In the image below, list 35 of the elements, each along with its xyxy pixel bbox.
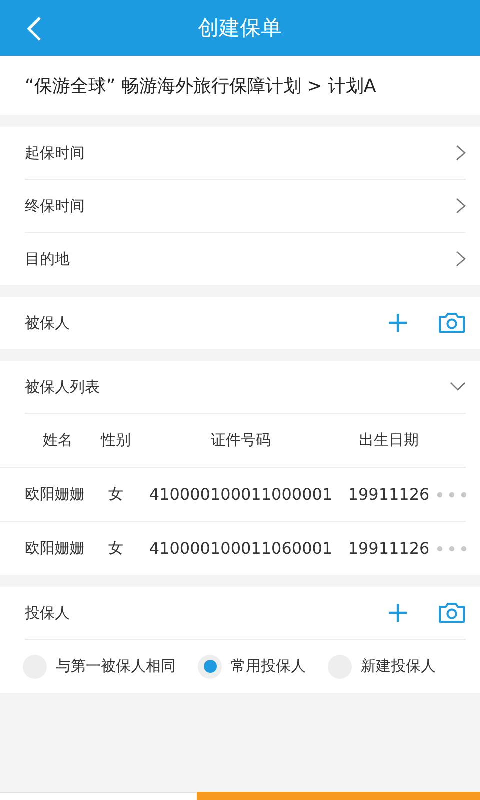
chevron-down-icon[interactable]: [450, 382, 466, 392]
table-cell-text: 欧阳姗姗: [25, 485, 86, 504]
plan-title: “保游全球” 畅游海外旅行保障计划 > 计划A: [0, 56, 480, 115]
radio-option[interactable]: 常用投保人: [198, 654, 306, 678]
table-cell-text: 女: [108, 539, 124, 558]
page-title: 创建保单: [198, 15, 282, 42]
more-icon[interactable]: [437, 492, 467, 498]
field-label[interactable]: 目的地: [25, 250, 70, 268]
chevron-right-icon: [456, 145, 466, 161]
column-header: 姓名: [42, 431, 74, 450]
back-icon[interactable]: [26, 16, 42, 42]
section-label: 被保人列表: [25, 378, 100, 396]
column-header: 出生日期: [358, 431, 420, 450]
chevron-right-icon: [456, 198, 466, 214]
table-cell-text: 410000100011000001: [148, 485, 334, 504]
radio-button[interactable]: [198, 654, 222, 678]
more-icon[interactable]: [437, 546, 467, 552]
column-header: 性别: [100, 431, 132, 450]
table-cell-text: 女: [108, 485, 124, 504]
table-cell-text: 19911126: [347, 485, 431, 504]
section-label: 被保人: [25, 314, 70, 332]
table-cell-text: 410000100011060001: [148, 539, 334, 558]
radio-option[interactable]: 新建投保人: [328, 654, 436, 678]
column-header: 证件号码: [210, 431, 272, 450]
field-label[interactable]: 终保时间: [25, 196, 85, 216]
radio-option[interactable]: 与第一被保人相同: [23, 654, 176, 678]
section-label: 投保人: [25, 604, 70, 622]
camera-icon[interactable]: [438, 312, 466, 334]
add-icon[interactable]: [388, 603, 408, 623]
field-label[interactable]: 起保时间: [25, 144, 85, 162]
table-cell-text: 欧阳姗姗: [25, 539, 86, 558]
add-icon[interactable]: [388, 313, 408, 333]
chevron-right-icon: [456, 251, 466, 267]
table-cell-text: 19911126: [347, 539, 431, 558]
camera-icon[interactable]: [438, 602, 466, 624]
